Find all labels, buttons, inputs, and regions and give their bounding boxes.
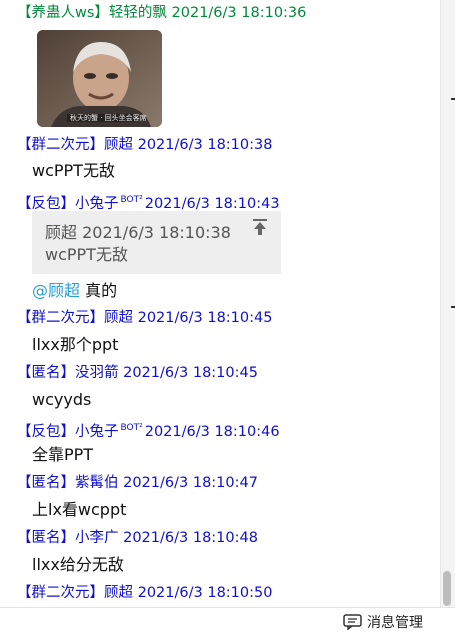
message-header[interactable]: 【群二次元】顾超 2021/6/3 18:10:38	[17, 135, 272, 155]
image-caption: 秋天的蟹 · 回头坐会客席	[70, 114, 147, 122]
edge-mark	[451, 98, 455, 100]
message-header[interactable]: 【反包】小兔子 BOT² 2021/6/3 18:10:46	[17, 418, 280, 442]
message-header[interactable]: 【养蛊人ws】轻轻的飘 2021/6/3 18:10:36	[17, 3, 306, 23]
mention-link[interactable]: @顾超	[32, 281, 80, 300]
message-text: 上lx看wcppt	[32, 500, 127, 519]
jump-to-top-icon[interactable]	[251, 218, 269, 236]
message-text: wcyyds	[32, 390, 92, 409]
message-header[interactable]: 【匿名】紫髯伯 2021/6/3 18:10:47	[17, 473, 258, 493]
scrollbar-thumb[interactable]	[443, 571, 451, 606]
message-text: 真的	[85, 281, 118, 300]
scrollbar-track[interactable]	[440, 0, 455, 607]
message-content: @顾超 真的	[32, 280, 117, 302]
quote-text: wcPPT无敌	[45, 245, 128, 264]
message-image[interactable]: 秋天的蟹 · 回头坐会客席	[37, 30, 162, 127]
message-header[interactable]: 【匿名】没羽箭 2021/6/3 18:10:45	[17, 363, 258, 383]
timestamp: 2021/6/3 18:10:46	[144, 423, 280, 440]
edge-mark	[451, 306, 455, 308]
quoted-message[interactable]: 顾超 2021/6/3 18:10:38 wcPPT无敌	[32, 211, 281, 274]
bot-badge: BOT²	[120, 423, 143, 433]
message-text: llxx给分无敌	[32, 555, 124, 574]
message-manager-button[interactable]: 消息管理	[343, 612, 423, 632]
chat-manage-icon	[343, 614, 362, 630]
message-header[interactable]: 【群二次元】顾超 2021/6/3 18:10:50	[17, 583, 272, 603]
message-text: 全靠PPT	[32, 445, 94, 464]
bottom-toolbar: 消息管理	[0, 607, 455, 634]
bot-badge: BOT²	[120, 195, 143, 205]
sender-name: 【反包】小兔子	[17, 423, 119, 440]
message-header[interactable]: 【群二次元】顾超 2021/6/3 18:10:45	[17, 308, 272, 328]
quote-meta: 顾超 2021/6/3 18:10:38	[45, 223, 231, 242]
chat-history: 【养蛊人ws】轻轻的飘 2021/6/3 18:10:36 秋天的蟹 · 回头坐…	[0, 0, 440, 607]
sender-name: 【反包】小兔子	[17, 195, 119, 212]
message-manager-label: 消息管理	[367, 615, 423, 631]
message-text: llxx那个ppt	[32, 335, 119, 354]
message-text: wcPPT无敌	[32, 161, 115, 180]
timestamp: 2021/6/3 18:10:43	[144, 195, 280, 212]
message-header[interactable]: 【匿名】小李广 2021/6/3 18:10:48	[17, 528, 258, 548]
